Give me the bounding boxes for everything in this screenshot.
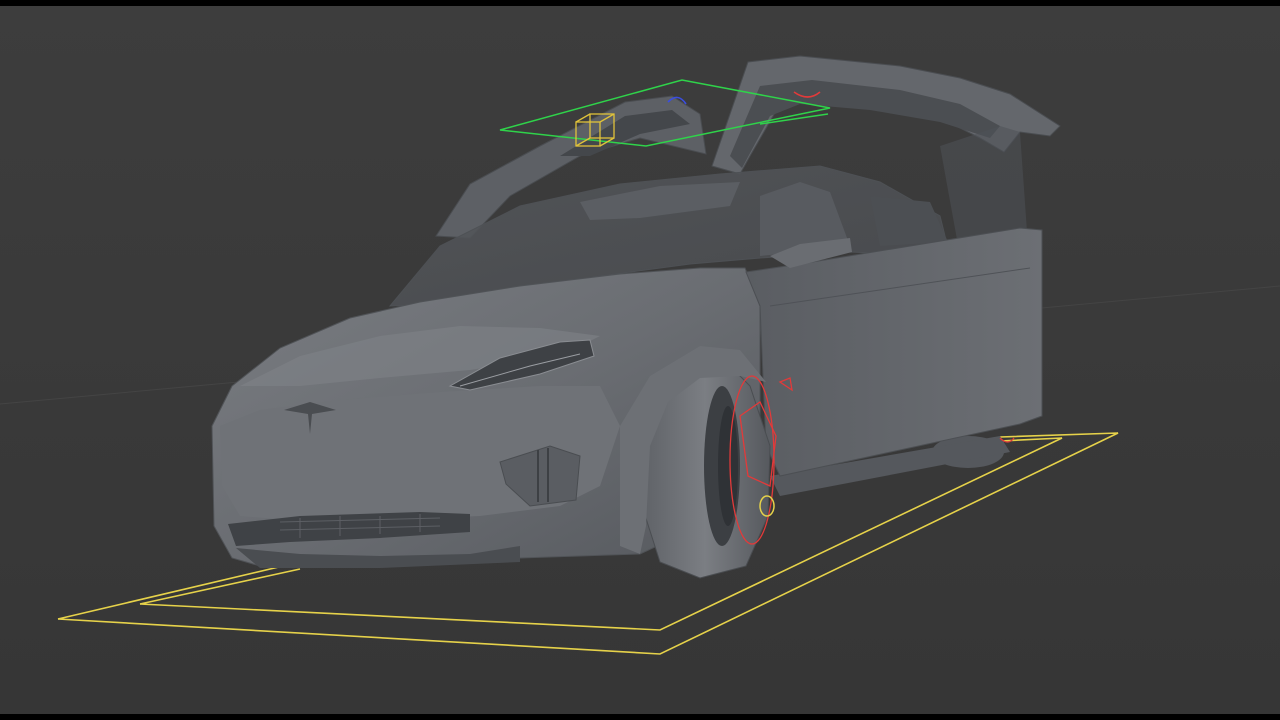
3d-viewport[interactable] <box>0 6 1280 714</box>
viewport-scene <box>0 6 1280 714</box>
letterbox-frame <box>0 0 1280 720</box>
